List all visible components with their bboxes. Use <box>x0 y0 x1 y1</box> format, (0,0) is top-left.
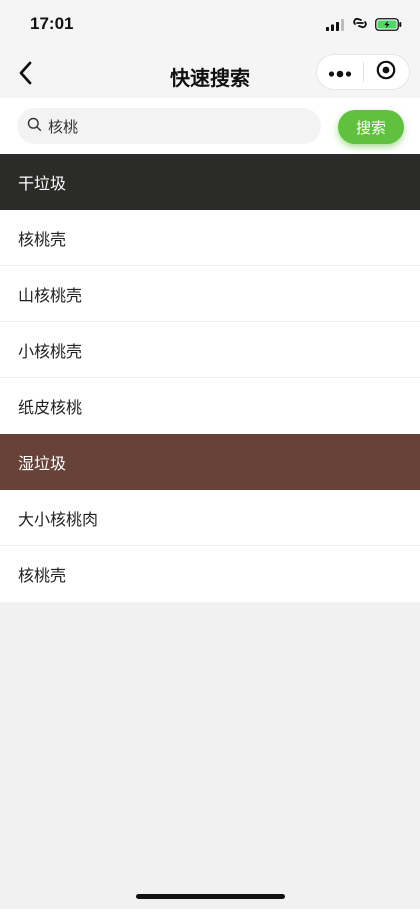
category-items: 核桃壳 山核桃壳 小核桃壳 纸皮核桃 <box>0 210 420 434</box>
search-input[interactable] <box>48 117 298 135</box>
list-item[interactable]: 小核桃壳 <box>0 322 420 378</box>
link-icon <box>352 15 368 35</box>
search-box[interactable] <box>17 108 321 144</box>
category-items: 大小核桃肉 核桃壳 <box>0 490 420 602</box>
status-bar: 17:01 <box>0 0 420 52</box>
search-button[interactable]: 搜索 <box>338 110 404 144</box>
status-icons <box>326 15 402 35</box>
target-circle-icon <box>376 60 396 84</box>
search-icon <box>27 117 42 136</box>
more-dots-icon <box>328 63 352 82</box>
list-item[interactable]: 大小核桃肉 <box>0 490 420 546</box>
home-indicator <box>136 894 285 899</box>
close-mini-program-button[interactable] <box>364 55 410 89</box>
category-header: 湿垃圾 <box>0 434 420 490</box>
signal-icon <box>326 16 345 35</box>
list-item[interactable]: 核桃壳 <box>0 546 420 602</box>
nav-bar: 快速搜索 <box>0 52 420 98</box>
status-time: 17:01 <box>30 14 74 33</box>
list-item[interactable]: 纸皮核桃 <box>0 378 420 434</box>
list-item[interactable]: 核桃壳 <box>0 210 420 266</box>
results-list: 干垃圾 核桃壳 山核桃壳 小核桃壳 纸皮核桃 湿垃圾 大小核桃肉 核桃壳 <box>0 154 420 602</box>
search-row: 搜索 <box>0 98 420 154</box>
mini-program-capsule <box>316 54 410 90</box>
list-item[interactable]: 山核桃壳 <box>0 266 420 322</box>
category-header: 干垃圾 <box>0 154 420 210</box>
more-button[interactable] <box>317 55 363 89</box>
battery-charging-icon <box>375 16 402 35</box>
